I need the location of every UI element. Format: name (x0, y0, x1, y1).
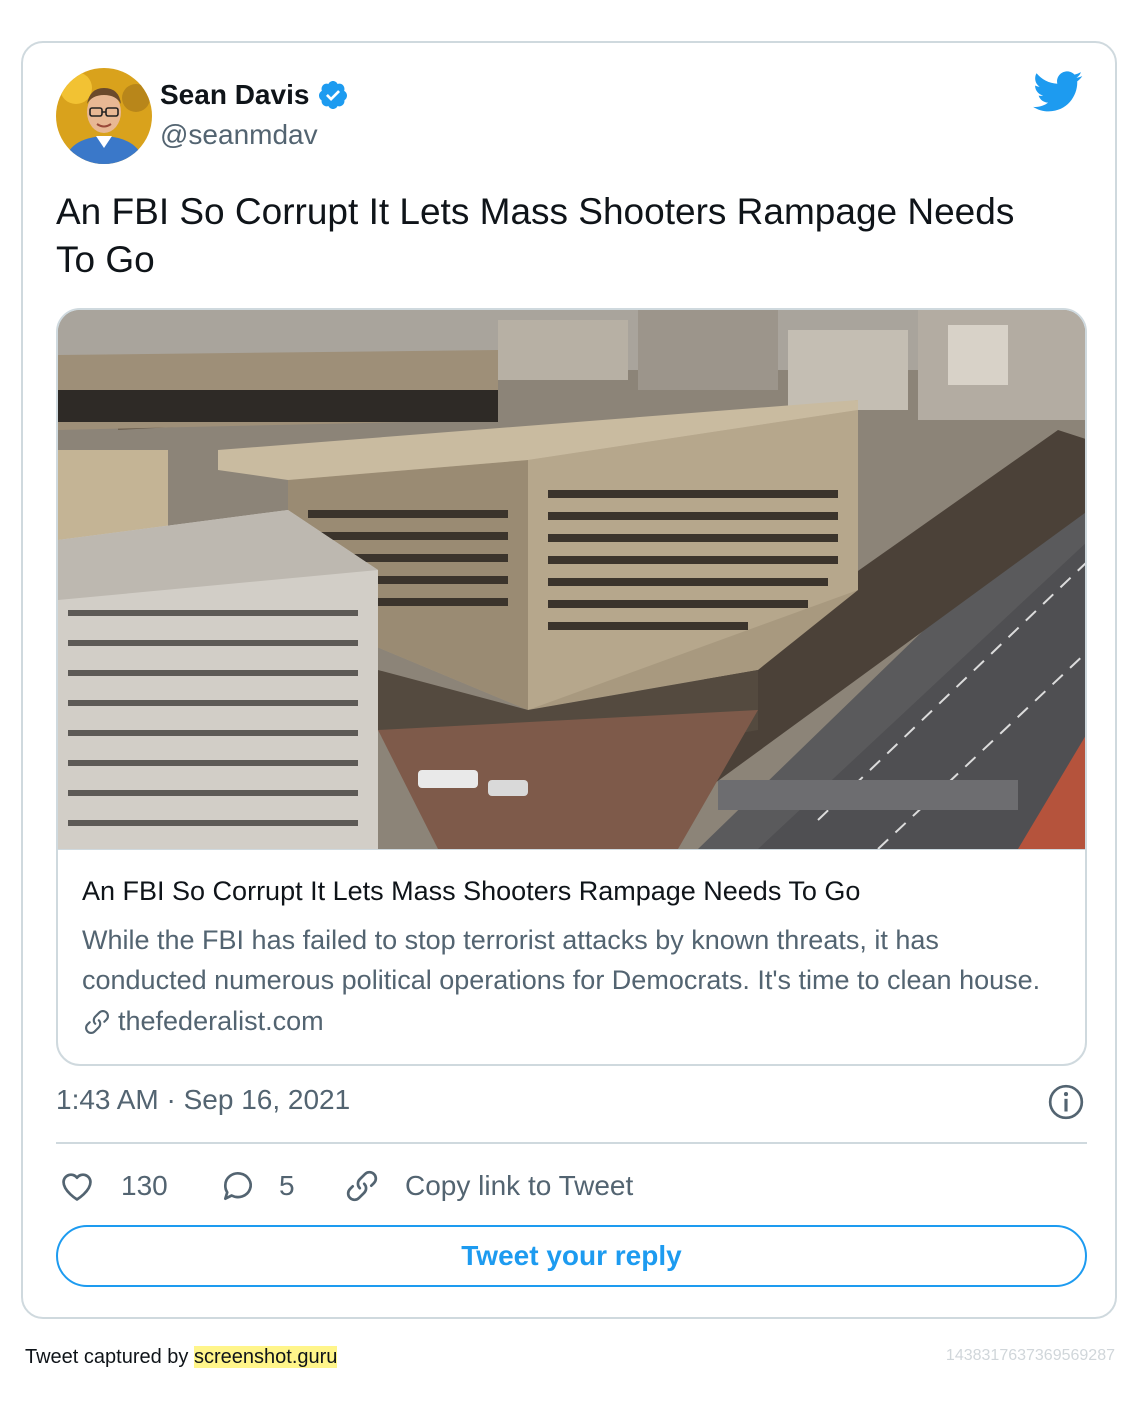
link-preview-card[interactable]: An FBI So Corrupt It Lets Mass Shooters … (56, 308, 1087, 1066)
tweet-card: Sean Davis @seanmdav An FBI So Corrupt I… (21, 41, 1117, 1319)
screenshot-guru-link[interactable]: screenshot.guru (193, 1346, 338, 1368)
link-domain-row: thefederalist.com (82, 1006, 324, 1037)
footer-prefix: Tweet captured by (25, 1346, 194, 1368)
author-name[interactable]: Sean Davis (160, 79, 309, 111)
link-domain: thefederalist.com (118, 1006, 324, 1036)
tweet-timestamp[interactable]: 1:43 AM · Sep 16, 2021 (56, 1084, 350, 1116)
heart-icon (62, 1173, 92, 1201)
twitter-bird-icon[interactable] (1033, 71, 1083, 113)
fbi-building-aerial-photo-icon (58, 310, 1085, 849)
like-count: 130 (121, 1170, 168, 1201)
copy-link-button[interactable]: Copy link to Tweet (343, 1165, 633, 1207)
action-bar: 130 5 Copy link to Tweet (56, 1165, 1087, 1207)
link-icon (346, 1170, 378, 1202)
author-handle[interactable]: @seanmdav (160, 119, 318, 151)
link-preview-image[interactable] (58, 310, 1085, 849)
link-icon (85, 1009, 109, 1034)
link-card-divider (58, 849, 1085, 850)
tweet-your-reply-button[interactable]: Tweet your reply (56, 1225, 1087, 1287)
reply-count: 5 (279, 1170, 295, 1201)
link-title[interactable]: An FBI So Corrupt It Lets Mass Shooters … (82, 876, 860, 907)
link-description: While the FBI has failed to stop terrori… (82, 925, 1041, 995)
capture-footer: Tweet captured by screenshot.guru (25, 1346, 338, 1369)
like-button[interactable]: 130 (58, 1165, 168, 1207)
tweet-id: 1438317637369569287 (945, 1347, 1115, 1364)
author-name-row[interactable]: Sean Davis (160, 79, 349, 111)
reply-bubble-icon (223, 1172, 252, 1201)
avatar-photo-icon (56, 68, 152, 164)
verified-badge-icon (319, 81, 348, 109)
divider (56, 1142, 1087, 1144)
info-icon[interactable] (1047, 1083, 1085, 1121)
copy-link-label: Copy link to Tweet (405, 1170, 634, 1201)
reply-button[interactable]: 5 (219, 1165, 295, 1207)
tweet-text: An FBI So Corrupt It Lets Mass Shooters … (56, 191, 1015, 280)
avatar[interactable] (56, 68, 152, 164)
